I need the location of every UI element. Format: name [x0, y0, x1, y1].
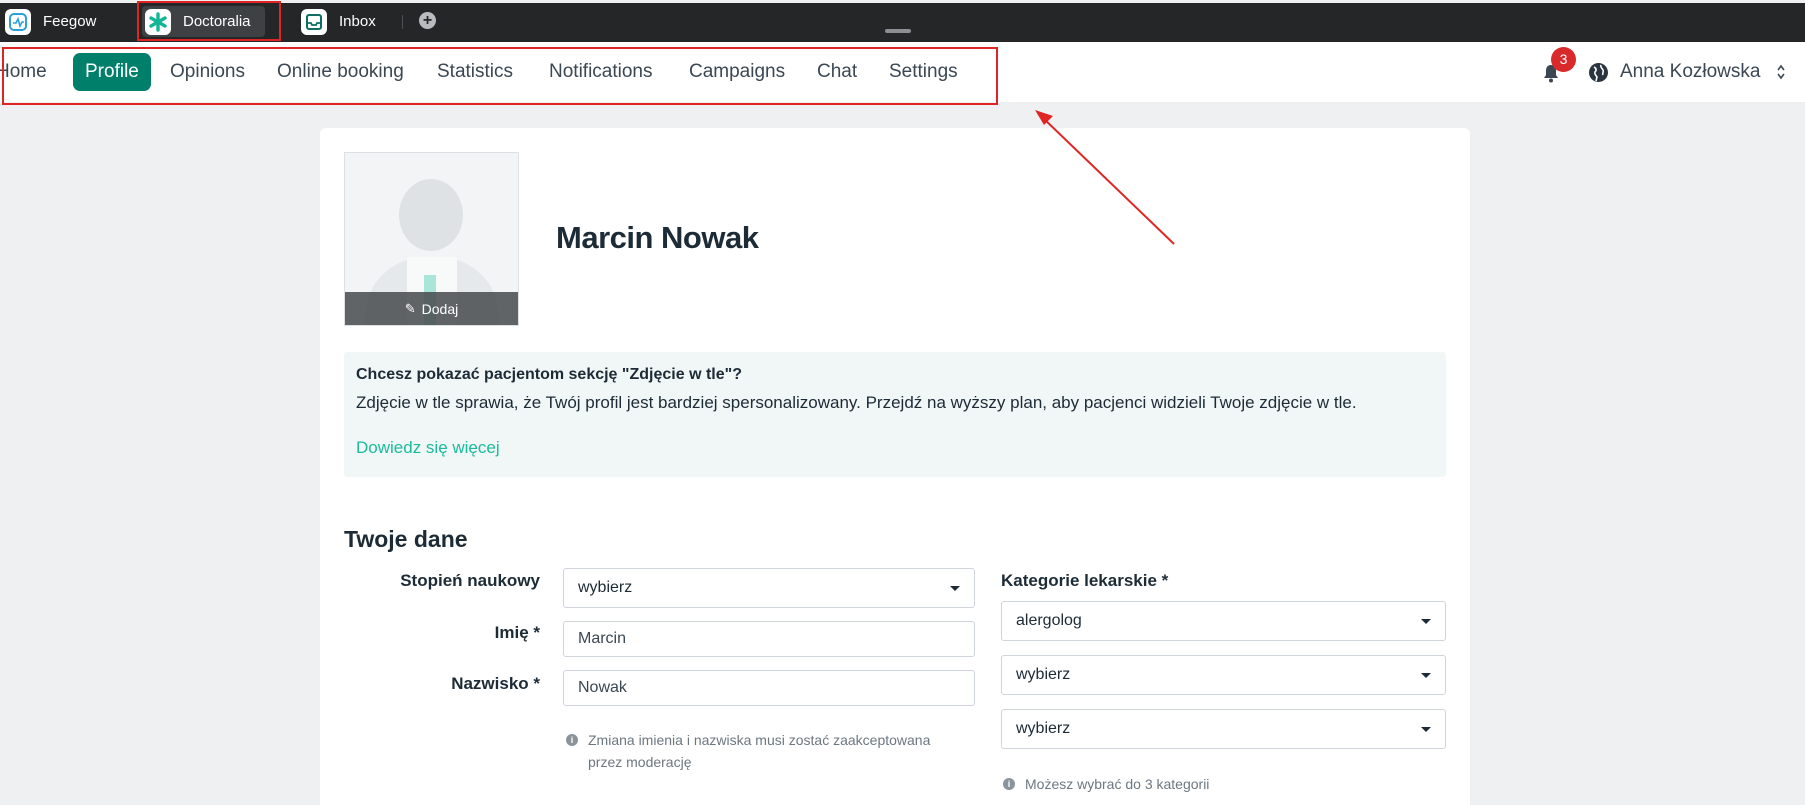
categories-label: Kategorie lekarskie *: [1001, 571, 1169, 590]
add-photo-button[interactable]: ✎ Dodaj: [345, 292, 518, 325]
category-value: wybierz: [1016, 666, 1071, 683]
category-value: alergolog: [1016, 612, 1082, 629]
category-select-1[interactable]: alergolog: [1001, 601, 1446, 641]
annotation-highlight-nav: [2, 47, 998, 105]
app-tab-label: Inbox: [339, 13, 376, 30]
user-menu[interactable]: Anna Kozłowska: [1588, 61, 1786, 83]
caret-down-icon: [1421, 619, 1431, 624]
app-tab-feegow[interactable]: Feegow: [5, 6, 96, 37]
categories-hint: i Możesz wybrać do 3 kategorii: [1003, 773, 1423, 795]
app-tab-label: Feegow: [43, 13, 97, 30]
caret-down-icon: [1421, 727, 1431, 732]
last-name-field[interactable]: [563, 670, 975, 706]
background-photo-info: Chcesz pokazać pacjentom sekcję "Zdjęcie…: [344, 352, 1446, 477]
first-name-field[interactable]: [563, 621, 975, 657]
doctor-name: Marcin Nowak: [556, 220, 759, 255]
globe-icon: [1589, 62, 1608, 82]
category-value: wybierz: [1016, 720, 1071, 737]
last-name-label: Nazwisko *: [451, 674, 540, 693]
degree-value: wybierz: [578, 579, 633, 596]
info-icon: i: [566, 734, 578, 746]
categories-hint-text: Możesz wybrać do 3 kategorii: [1025, 776, 1210, 792]
learn-more-link[interactable]: Dowiedz się więcej: [356, 438, 500, 458]
first-name-input[interactable]: [578, 630, 974, 648]
info-title: Chcesz pokazać pacjentom sekcję "Zdjęcie…: [356, 366, 742, 383]
chevron-up-down-icon: [1777, 64, 1786, 80]
degree-select[interactable]: wybierz: [563, 568, 975, 608]
caret-down-icon: [1421, 673, 1431, 678]
category-select-3[interactable]: wybierz: [1001, 709, 1446, 749]
profile-photo[interactable]: ✎ Dodaj: [344, 152, 519, 326]
first-name-label: Imię *: [494, 623, 540, 642]
annotation-highlight-doctoralia: [137, 1, 281, 41]
tab-divider: [402, 15, 403, 29]
degree-label: Stopień naukowy: [400, 571, 540, 590]
plus-circle-icon[interactable]: +: [419, 12, 436, 29]
feegow-logo-icon: [5, 8, 31, 35]
notification-badge: 3: [1551, 47, 1576, 72]
add-photo-label: Dodaj: [421, 300, 459, 317]
inbox-icon: [301, 8, 327, 35]
category-select-2[interactable]: wybierz: [1001, 655, 1446, 695]
app-tab-inbox[interactable]: Inbox: [301, 6, 376, 37]
name-change-hint-text: Zmiana imienia i nazwiska musi zostać za…: [588, 732, 931, 770]
name-change-hint: i Zmiana imienia i nazwiska musi zostać …: [566, 729, 956, 773]
avatar-placeholder-head: [399, 179, 463, 251]
caret-down-icon: [950, 586, 960, 591]
profile-card: ✎ Dodaj Marcin Nowak Chcesz pokazać pacj…: [320, 128, 1470, 805]
drag-handle[interactable]: [885, 29, 911, 33]
last-name-input[interactable]: [578, 679, 974, 697]
info-icon: i: [1003, 778, 1015, 790]
user-name: Anna Kozłowska: [1620, 61, 1761, 82]
section-title: Twoje dane: [344, 526, 468, 552]
info-text: Zdjęcie w tle sprawia, że Twój profil je…: [356, 393, 1357, 412]
pencil-icon: ✎: [404, 300, 416, 316]
